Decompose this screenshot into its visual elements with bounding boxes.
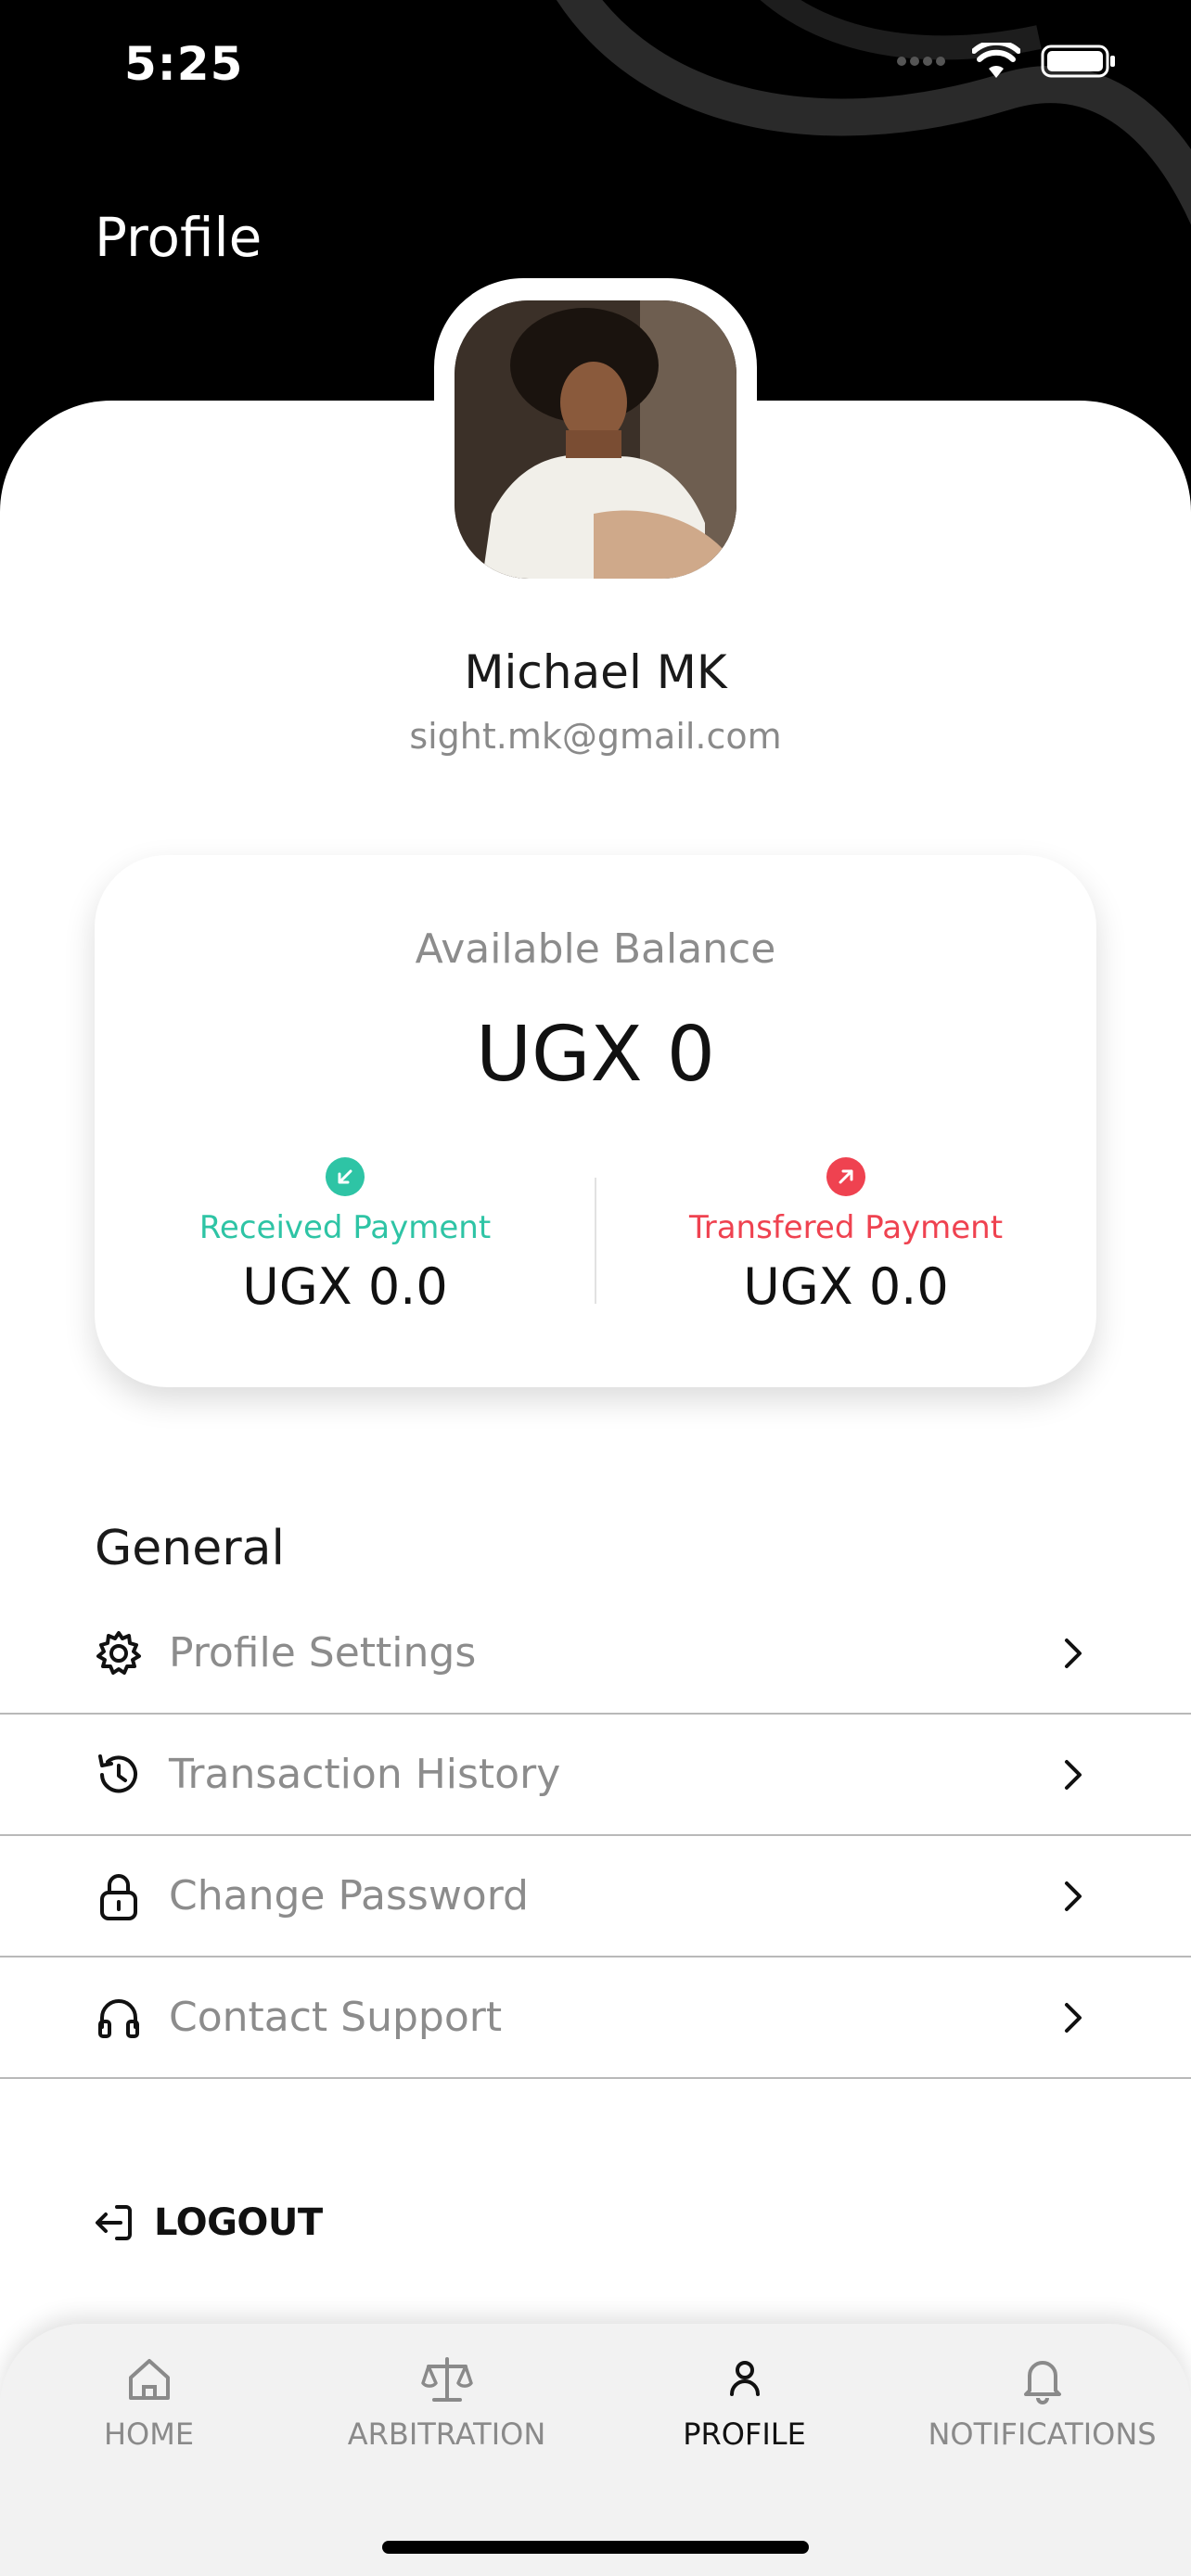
transferred-payment-label: Transfered Payment: [688, 1209, 1004, 1246]
arrow-down-left-icon: [326, 1157, 365, 1196]
avatar[interactable]: [455, 300, 736, 579]
page-title: Profile: [95, 206, 263, 269]
tab-label: PROFILE: [683, 2417, 806, 2452]
logout-button[interactable]: LOGOUT: [93, 2201, 323, 2244]
chevron-right-icon: [1065, 1759, 1082, 1790]
avatar-photo: [455, 300, 736, 579]
battery-icon: [1041, 45, 1115, 78]
status-icons: [896, 43, 1117, 80]
general-section-title: General: [95, 1521, 285, 1576]
logout-icon: [96, 2205, 132, 2240]
wifi-icon: [972, 43, 1020, 78]
tab-notifications[interactable]: NOTIFICATIONS: [893, 2352, 1191, 2452]
menu-item-profile-settings[interactable]: Profile Settings: [0, 1593, 1191, 1715]
logout-label: LOGOUT: [154, 2201, 323, 2244]
history-icon: [98, 1753, 137, 1792]
bell-icon: [1023, 2361, 1061, 2404]
home-indicator: [382, 2541, 809, 2554]
menu-item-label: Change Password: [169, 1872, 529, 1919]
general-menu: Profile Settings Transaction History Cha…: [0, 1593, 1191, 2079]
tab-label: ARBITRATION: [347, 2417, 546, 2452]
tab-profile[interactable]: PROFILE: [596, 2352, 893, 2452]
chevron-right-icon: [1065, 1638, 1082, 1668]
chevron-right-icon: [1065, 2002, 1082, 2033]
transferred-payment: Transfered Payment UGX 0.0: [596, 1157, 1096, 1316]
tab-arbitration[interactable]: ARBITRATION: [298, 2352, 596, 2452]
scales-icon: [420, 2357, 473, 2402]
balance-value: UGX 0: [476, 1011, 715, 1099]
balance-label: Available Balance: [415, 925, 776, 973]
menu-item-contact-support[interactable]: Contact Support: [0, 1958, 1191, 2079]
home-icon: [128, 2359, 170, 2400]
menu-item-label: Profile Settings: [169, 1629, 477, 1677]
headphones-icon: [98, 1998, 139, 2038]
menu-item-label: Transaction History: [169, 1751, 561, 1798]
user-email: sight.mk@gmail.com: [409, 716, 782, 757]
received-payment-value: UGX 0.0: [242, 1257, 448, 1316]
user-name: Michael MK: [464, 645, 727, 699]
menu-item-change-password[interactable]: Change Password: [0, 1836, 1191, 1958]
gear-icon: [96, 1630, 141, 1675]
status-time: 5:25: [124, 37, 244, 91]
menu-item-label: Contact Support: [169, 1994, 503, 2041]
chevron-right-icon: [1065, 1881, 1082, 1911]
received-payment-label: Received Payment: [198, 1209, 492, 1246]
tab-home[interactable]: HOME: [0, 2352, 298, 2452]
lock-icon: [100, 1873, 137, 1920]
tab-label: NOTIFICATIONS: [928, 2417, 1157, 2452]
signal-icon: [897, 57, 945, 66]
balance-card: Available Balance UGX 0 Received Payment…: [95, 855, 1096, 1387]
tab-label: HOME: [103, 2417, 195, 2452]
transferred-payment-value: UGX 0.0: [743, 1257, 949, 1316]
received-payment: Received Payment UGX 0.0: [95, 1157, 596, 1316]
arrow-up-right-icon: [826, 1157, 865, 1196]
person-icon: [729, 2361, 760, 2396]
bottom-tab-bar: HOME ARBITRATION PROFILE NOTIFICATIONS: [0, 2324, 1191, 2576]
menu-item-transaction-history[interactable]: Transaction History: [0, 1715, 1191, 1836]
